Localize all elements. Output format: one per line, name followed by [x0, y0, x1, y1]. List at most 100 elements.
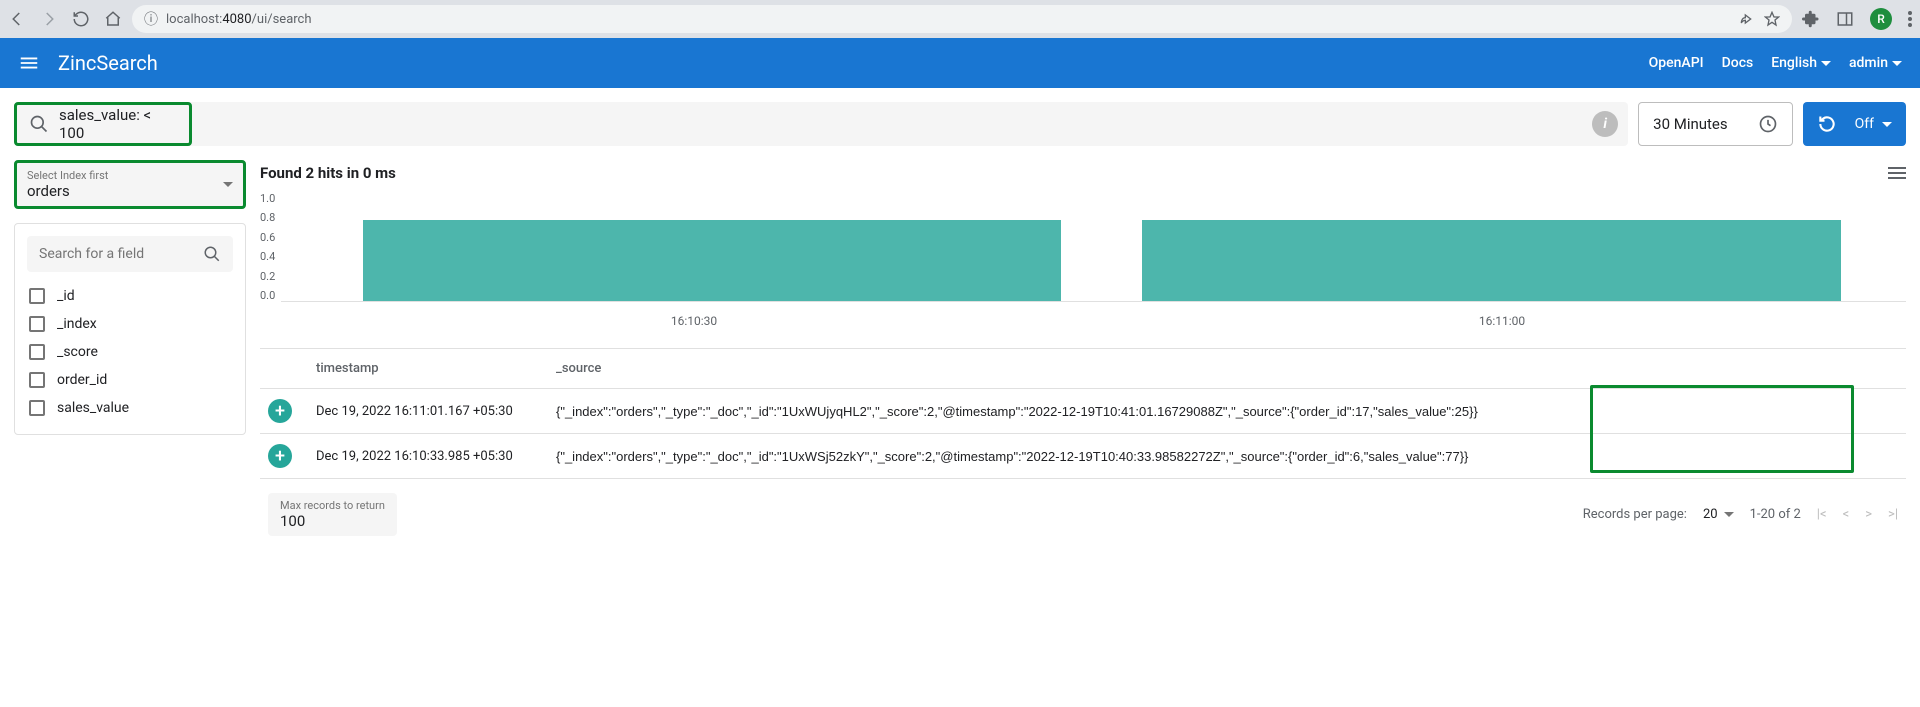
nav-language[interactable]: English	[1771, 55, 1831, 71]
checkbox[interactable]	[29, 344, 45, 360]
search-bg	[14, 102, 1628, 146]
reload-icon[interactable]	[72, 10, 90, 28]
nav-user[interactable]: admin	[1849, 55, 1902, 71]
x-axis: 16:10:30 16:11:00	[290, 314, 1906, 328]
chevron-down-icon	[223, 182, 233, 187]
app-header: ZincSearch OpenAPI Docs English admin	[0, 38, 1920, 88]
page-range: 1-20 of 2	[1750, 507, 1801, 522]
back-icon[interactable]	[8, 10, 26, 28]
clock-icon	[1758, 114, 1778, 134]
search-row: sales_value: < 100 i 30 Minutes Off	[0, 88, 1920, 160]
max-records-input[interactable]: Max records to return 100	[268, 493, 397, 536]
y-axis: 1.0 0.8 0.6 0.4 0.2 0.0	[260, 192, 281, 302]
checkbox[interactable]	[29, 288, 45, 304]
url-text: localhost:4080/ui/search	[166, 12, 312, 27]
last-page-icon[interactable]: >|	[1888, 507, 1898, 522]
profile-avatar[interactable]: R	[1870, 8, 1892, 30]
search-input[interactable]: sales_value: < 100	[14, 102, 192, 146]
field-item[interactable]: order_id	[27, 366, 233, 394]
field-label: _id	[57, 288, 75, 304]
y-tick: 0.0	[260, 289, 275, 302]
brand-title[interactable]: ZincSearch	[58, 51, 158, 75]
field-search-placeholder: Search for a field	[39, 246, 144, 262]
field-item[interactable]: _id	[27, 282, 233, 310]
search-icon	[203, 245, 221, 263]
field-label: sales_value	[57, 400, 129, 416]
info-icon[interactable]: i	[1592, 111, 1618, 137]
col-source[interactable]: _source	[556, 361, 1898, 376]
expand-button[interactable]: +	[268, 444, 292, 468]
nav-openapi[interactable]: OpenAPI	[1649, 55, 1704, 71]
chart-bars[interactable]	[281, 192, 1906, 302]
y-tick: 0.8	[260, 211, 275, 224]
x-tick: 16:10:30	[290, 314, 1098, 328]
histogram-chart: 1.0 0.8 0.6 0.4 0.2 0.0	[260, 192, 1906, 302]
menu-icon[interactable]	[18, 52, 40, 74]
checkbox[interactable]	[29, 316, 45, 332]
refresh-toggle-label: Off	[1855, 116, 1874, 132]
index-select-label: Select Index first	[27, 169, 108, 182]
time-range-label: 30 Minutes	[1653, 115, 1727, 133]
field-label: _index	[57, 316, 97, 332]
chevron-down-icon	[1724, 512, 1734, 517]
chart-bar[interactable]	[1142, 220, 1841, 301]
time-range-picker[interactable]: 30 Minutes	[1638, 102, 1792, 146]
pagination: Records per page: 20 1-20 of 2 |< < > >|	[1583, 507, 1898, 522]
star-icon[interactable]	[1764, 11, 1780, 27]
y-tick: 0.4	[260, 250, 275, 263]
index-select-value: orders	[27, 182, 108, 200]
field-label: _score	[57, 344, 98, 360]
rpp-label: Records per page:	[1583, 507, 1687, 522]
checkbox[interactable]	[29, 372, 45, 388]
next-page-icon[interactable]: >	[1865, 507, 1872, 522]
max-records-value: 100	[280, 512, 385, 530]
fields-panel: Search for a field _id _index _score ord…	[14, 223, 246, 435]
expand-button[interactable]: +	[268, 399, 292, 423]
address-bar[interactable]: ⓘ localhost:4080/ui/search	[132, 5, 1792, 33]
table-header: timestamp _source	[260, 348, 1906, 389]
y-tick: 1.0	[260, 192, 275, 205]
share-icon[interactable]	[1740, 11, 1756, 27]
refresh-button[interactable]: Off	[1803, 102, 1906, 146]
main-content: Found 2 hits in 0 ms 1.0 0.8 0.6 0.4 0.2…	[260, 160, 1906, 550]
panel-icon[interactable]	[1836, 10, 1854, 28]
cell-source: {"_index":"orders","_type":"_doc","_id":…	[556, 404, 1898, 419]
cell-timestamp: Dec 19, 2022 16:10:33.985 +05:30	[316, 449, 556, 464]
table-footer: Max records to return 100 Records per pa…	[260, 479, 1906, 550]
results-menu-icon[interactable]	[1888, 167, 1906, 179]
field-item[interactable]: _score	[27, 338, 233, 366]
col-timestamp[interactable]: timestamp	[316, 361, 556, 376]
x-tick: 16:11:00	[1098, 314, 1906, 328]
chevron-down-icon	[1892, 61, 1902, 66]
site-info-icon[interactable]: ⓘ	[144, 9, 158, 29]
forward-icon[interactable]	[40, 10, 58, 28]
extensions-icon[interactable]	[1802, 10, 1820, 28]
refresh-icon	[1817, 114, 1837, 134]
checkbox[interactable]	[29, 400, 45, 416]
field-search-input[interactable]: Search for a field	[27, 236, 233, 272]
field-item[interactable]: sales_value	[27, 394, 233, 422]
chart-bar[interactable]	[363, 220, 1062, 301]
max-records-label: Max records to return	[280, 499, 385, 512]
table-row: + Dec 19, 2022 16:10:33.985 +05:30 {"_in…	[260, 434, 1906, 479]
prev-page-icon[interactable]: <	[1843, 507, 1850, 522]
cell-timestamp: Dec 19, 2022 16:11:01.167 +05:30	[316, 404, 556, 419]
nav-buttons	[8, 10, 122, 28]
rpp-select[interactable]: 20	[1703, 507, 1734, 522]
kebab-icon[interactable]	[1908, 11, 1912, 27]
chevron-down-icon	[1821, 61, 1831, 66]
sidebar: Select Index first orders Search for a f…	[14, 160, 246, 435]
cell-source: {"_index":"orders","_type":"_doc","_id":…	[556, 449, 1898, 464]
field-item[interactable]: _index	[27, 310, 233, 338]
field-label: order_id	[57, 372, 107, 388]
nav-docs[interactable]: Docs	[1722, 55, 1754, 71]
table-row: + Dec 19, 2022 16:11:01.167 +05:30 {"_in…	[260, 389, 1906, 434]
browser-toolbar: ⓘ localhost:4080/ui/search R	[0, 0, 1920, 38]
index-select[interactable]: Select Index first orders	[14, 160, 246, 209]
browser-right-icons: R	[1802, 8, 1912, 30]
results-summary: Found 2 hits in 0 ms	[260, 164, 396, 182]
first-page-icon[interactable]: |<	[1817, 507, 1827, 522]
y-tick: 0.6	[260, 231, 275, 244]
y-tick: 0.2	[260, 270, 275, 283]
home-icon[interactable]	[104, 10, 122, 28]
